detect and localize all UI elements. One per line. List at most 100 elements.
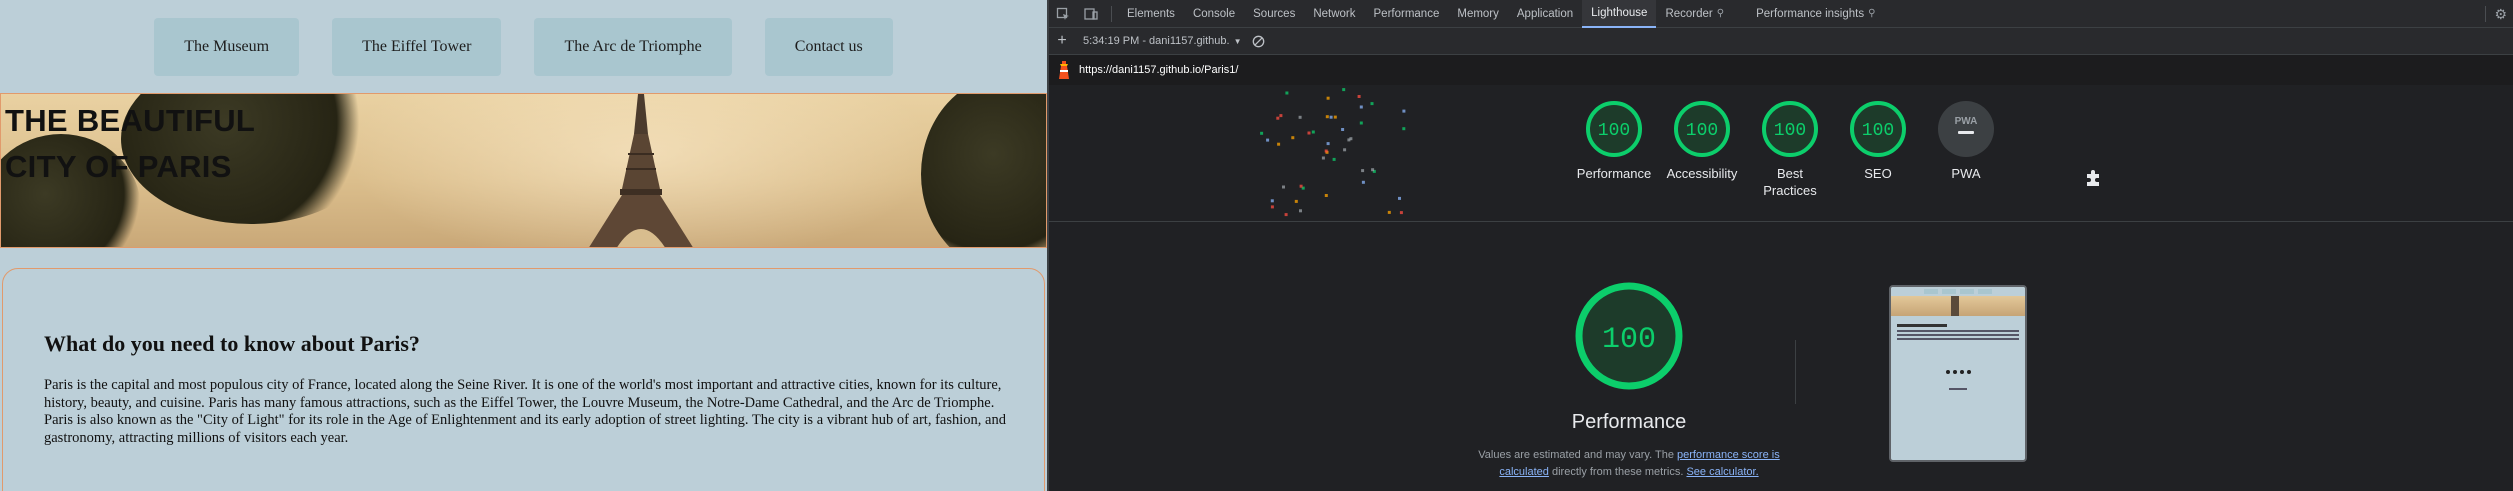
confetti-piece [1324,149,1328,153]
gauge-performance[interactable]: 100 Performance [1576,99,1652,199]
devtools-tab-bar: Elements Console Sources Network Perform… [1049,0,2513,28]
see-calculator-link[interactable]: See calculator. [1686,466,1758,478]
nav-contact-button[interactable]: Contact us [764,17,893,76]
performance-title: Performance [1571,411,1687,433]
gauge-seo[interactable]: 100 SEO [1843,99,1913,199]
new-report-plus-icon[interactable]: + [1049,32,1075,50]
tab-sources[interactable]: Sources [1244,0,1304,28]
confetti-piece [1357,95,1361,98]
report-url-link[interactable]: https://dani1157.github.io/Paris1/ [1079,64,1238,76]
confetti-piece [1324,194,1328,197]
confetti-piece [1298,115,1302,119]
gauge-pwa[interactable]: PWA PWA [1931,99,2001,199]
tab-performance-insights[interactable]: Performance insights ⚲ [1747,0,1884,28]
confetti-piece [1299,209,1302,213]
final-screenshot-thumbnail[interactable] [1889,285,2027,462]
lighthouse-logo-icon [1049,61,1079,79]
score-ring-accessibility: 100 [1674,101,1730,157]
gauge-label: Accessibility [1666,166,1738,181]
tab-memory[interactable]: Memory [1448,0,1508,28]
inspect-element-icon[interactable] [1049,0,1077,28]
hero-banner: THE BEAUTIFUL CITY OF PARIS [0,93,1047,248]
confetti-piece [1282,185,1285,189]
site-nav: The Museum The Eiffel Tower The Arc de T… [0,0,1047,93]
confetti-piece [1399,211,1403,215]
tab-console[interactable]: Console [1184,0,1244,28]
report-select-dropdown[interactable]: 5:34:19 PM - dani1157.github. ▼ [1075,35,1250,47]
confetti-piece [1329,115,1333,119]
plugin-puzzle-icon [2084,167,2104,192]
performance-note: Values are estimated and may vary. The p… [1474,447,1784,481]
confetti-piece [1402,109,1406,113]
hero-title: THE BEAUTIFUL CITY OF PARIS [5,98,255,190]
hero-title-line-1: THE BEAUTIFUL [5,103,256,138]
confetti-piece [1276,116,1280,120]
tab-recorder-label: Recorder [1665,7,1713,20]
score-ring-performance: 100 [1586,101,1642,157]
performance-section: 100 Performance Values are estimated and… [1049,222,2513,491]
hero-title-line-2: CITY OF PARIS [5,149,232,184]
nav-eiffel-tower-button[interactable]: The Eiffel Tower [332,17,502,76]
confetti-piece [1279,114,1283,118]
confetti-piece [1326,142,1330,146]
foliage-right [921,94,1046,247]
score-summary: 100 Performance 100 Accessibility 100 Be… [1049,85,2513,222]
tab-performance-insights-label: Performance insights [1756,7,1865,20]
confetti-piece [1266,138,1270,142]
confetti-piece [1321,156,1325,160]
confetti-piece [1342,88,1346,92]
gauge-label: Best Practices [1763,166,1817,198]
confetti-piece [1387,210,1391,214]
confetti-piece [1333,115,1337,119]
tab-lighthouse[interactable]: Lighthouse [1582,0,1657,28]
confetti-piece [1361,169,1365,173]
device-toolbar-icon[interactable] [1077,0,1105,28]
confetti-piece [1325,115,1329,119]
score-value: 100 [1686,121,1718,141]
report-select-value: 5:34:19 PM - dani1157.github. [1083,35,1230,47]
confetti-piece [1260,131,1264,135]
pwa-badge-icon: PWA [1938,101,1994,157]
note-prefix: Values are estimated and may vary. The [1478,449,1677,461]
pwa-badge-text: PWA [1955,116,1978,127]
performance-score-value: 100 [1602,323,1656,357]
nav-arc-de-triomphe-button[interactable]: The Arc de Triomphe [534,17,732,76]
confetti-piece [1371,168,1375,172]
confetti-decoration [1260,88,1406,217]
category-gauges: 100 Performance 100 Accessibility 100 Be… [1576,99,2001,199]
tab-application[interactable]: Application [1508,0,1582,28]
tab-recorder[interactable]: Recorder ⚲ [1656,0,1733,28]
nav-museum-button[interactable]: The Museum [154,17,300,76]
confetti-piece [1361,180,1365,184]
confetti-piece [1291,136,1295,140]
about-heading: What do you need to know about Paris? [44,331,420,356]
gauge-best-practices[interactable]: 100 Best Practices [1755,99,1825,199]
settings-gear-icon[interactable]: ⚙ [2479,0,2507,28]
confetti-piece [1284,213,1288,217]
performance-score-ring: 100 [1575,282,1683,390]
score-ring-seo: 100 [1850,101,1906,157]
note-mid: directly from these metrics. [1548,466,1687,478]
about-section: What do you need to know about Paris? Pa… [2,268,1045,491]
experiment-flask-icon: ⚲ [1716,8,1725,19]
clear-reports-icon[interactable] [1250,32,1268,50]
gauge-label: Performance [1576,166,1652,181]
gauge-label: SEO [1864,166,1892,181]
report-url-bar: https://dani1157.github.io/Paris1/ [1049,55,2513,85]
tab-elements[interactable]: Elements [1118,0,1184,28]
confetti-piece [1285,91,1289,95]
website-viewport: The Museum The Eiffel Tower The Arc de T… [0,0,1047,491]
tab-network[interactable]: Network [1304,0,1364,28]
score-ring-best-practices: 100 [1762,101,1818,157]
performance-big-gauge: 100 [1573,280,1685,392]
confetti-piece [1402,127,1406,131]
dropdown-arrow-icon: ▼ [1233,36,1242,46]
eiffel-tower-image [589,94,693,247]
score-value: 100 [1862,121,1894,141]
tab-performance[interactable]: Performance [1365,0,1449,28]
confetti-piece [1398,196,1401,200]
score-value: 100 [1598,121,1630,141]
gauge-accessibility[interactable]: 100 Accessibility [1667,99,1737,199]
confetti-piece [1359,121,1363,125]
confetti-piece [1311,130,1315,134]
